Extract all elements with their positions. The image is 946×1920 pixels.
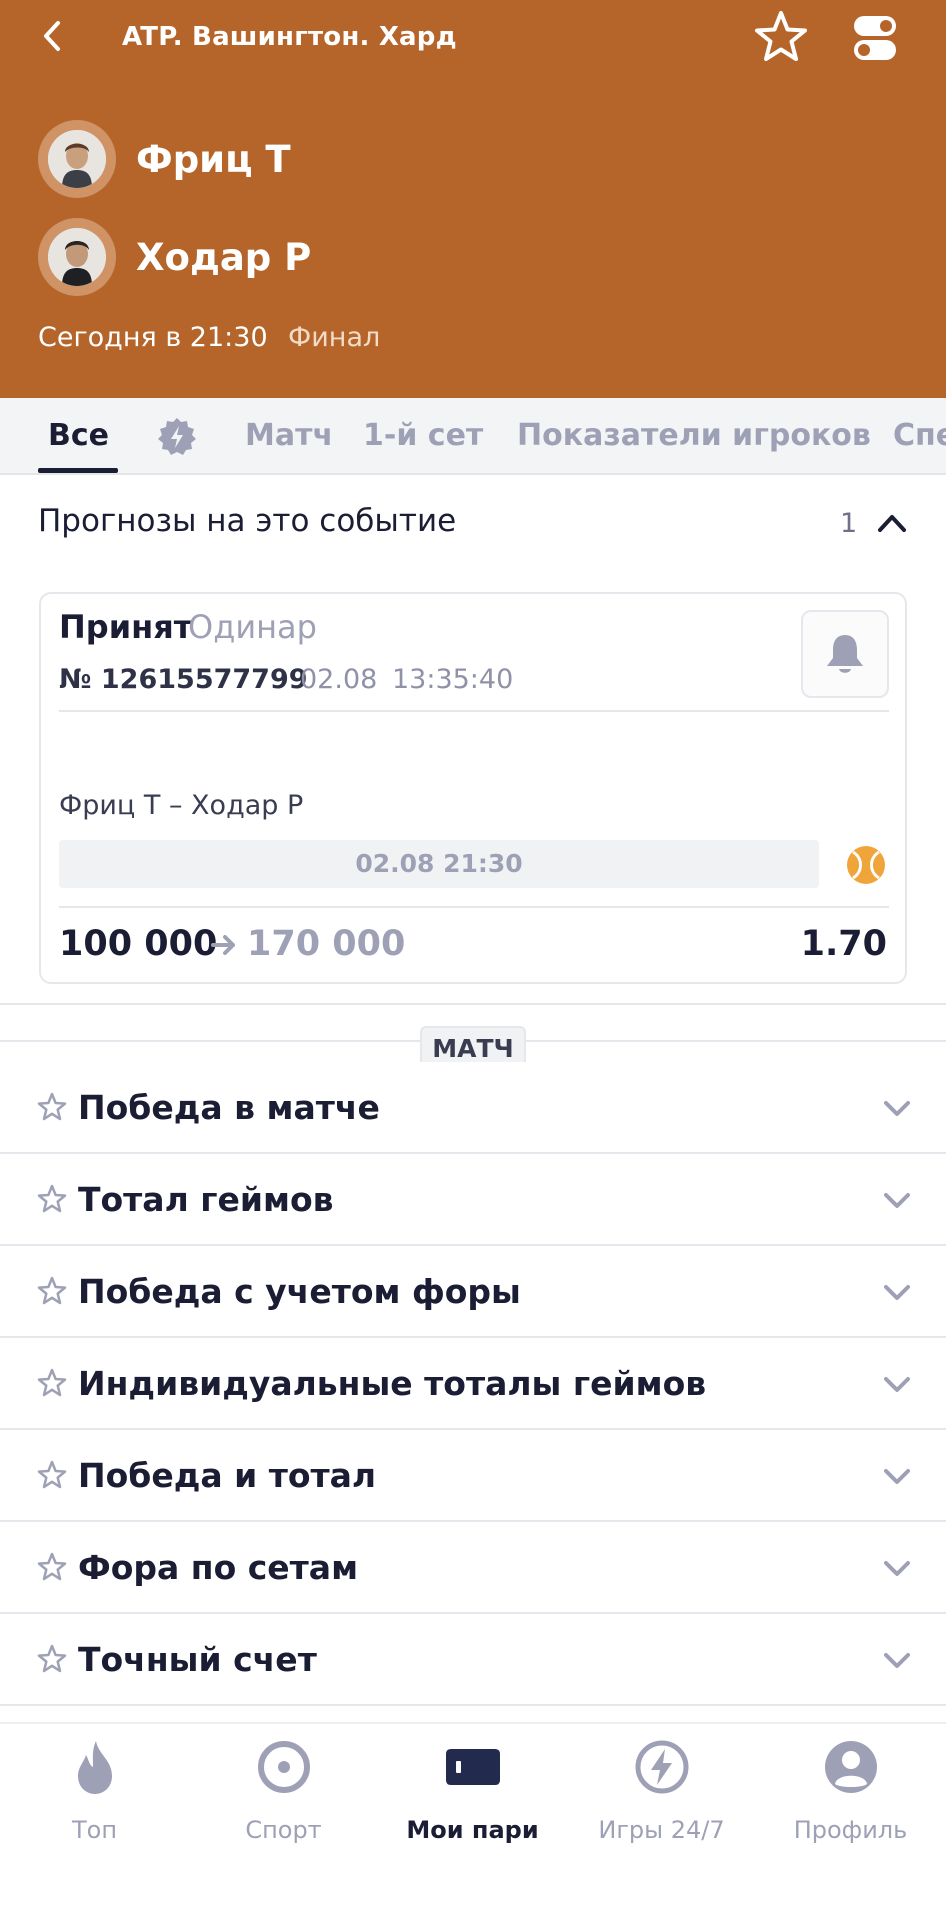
tournament-title: ATP. Вашингтон. Хард — [122, 22, 457, 52]
chevron-down-icon[interactable] — [880, 1276, 914, 1308]
nav-top[interactable]: Топ — [0, 1724, 189, 1864]
match-stage: Финал — [288, 322, 381, 353]
lightning-icon — [635, 1740, 689, 1794]
tab-all[interactable]: Все — [48, 398, 109, 473]
chevron-down-icon[interactable] — [880, 1644, 914, 1676]
star-outline-icon[interactable] — [36, 1643, 68, 1675]
chevron-down-icon[interactable] — [880, 1092, 914, 1124]
nav-my-bets[interactable]: Мои пари — [378, 1724, 567, 1864]
market-name: Тотал геймов — [78, 1180, 334, 1219]
player-2: Ходар Р — [38, 218, 311, 296]
star-outline-icon[interactable] — [36, 1459, 68, 1491]
bell-icon — [827, 635, 863, 673]
bottom-navigation: Топ Спорт Мои пари Игры 24/7 Профиль — [0, 1722, 946, 1920]
star-outline-icon[interactable] — [36, 1275, 68, 1307]
player-1-avatar — [38, 120, 116, 198]
market-row-handicap[interactable]: Победа с учетом форы — [0, 1246, 946, 1338]
tab-match[interactable]: Матч — [245, 398, 333, 473]
predictions-collapse-button[interactable] — [874, 506, 910, 540]
tab-special-bets[interactable]: Спе — [893, 398, 946, 473]
bet-number: № 12615577799 — [59, 664, 308, 695]
lightning-badge-icon — [158, 418, 196, 455]
star-outline-icon[interactable] — [36, 1367, 68, 1399]
market-row-win-and-total[interactable]: Победа и тотал — [0, 1430, 946, 1522]
toggle-settings-button[interactable] — [852, 12, 900, 64]
bet-date: 02.08 — [300, 664, 378, 695]
market-row-match-winner[interactable]: Победа в матче — [0, 1062, 946, 1154]
chevron-down-icon[interactable] — [880, 1460, 914, 1492]
chevron-down-icon[interactable] — [880, 1184, 914, 1216]
back-button[interactable] — [32, 14, 72, 58]
tab-player-stats[interactable]: Показатели игроков — [517, 398, 871, 473]
sport-target-icon — [258, 1741, 310, 1793]
bet-card[interactable]: Принят Одинар № 12615577799 02.08 13:35:… — [39, 592, 907, 984]
bet-event-datetime: 02.08 21:30 — [59, 840, 819, 888]
market-row-exact-score[interactable]: Точный счет — [0, 1614, 946, 1706]
player-1: Фриц Т — [38, 120, 291, 198]
bet-stake: 100 000 — [59, 924, 218, 964]
bet-time: 13:35:40 — [392, 664, 514, 695]
ticket-icon — [446, 1749, 500, 1785]
notification-button[interactable] — [801, 610, 889, 698]
predictions-count: 1 — [840, 508, 858, 539]
nav-profile[interactable]: Профиль — [756, 1724, 945, 1864]
bet-payout: 170 000 — [247, 924, 406, 964]
tennis-ball-icon — [845, 844, 887, 886]
nav-sport[interactable]: Спорт — [189, 1724, 378, 1864]
tab-special[interactable] — [156, 416, 198, 458]
star-outline-icon[interactable] — [36, 1183, 68, 1215]
tab-first-set[interactable]: 1-й сет — [363, 398, 483, 473]
favorite-button[interactable] — [752, 8, 810, 66]
market-row-set-handicap[interactable]: Фора по сетам — [0, 1522, 946, 1614]
nav-label: Мои пари — [406, 1816, 539, 1844]
nav-label: Профиль — [793, 1816, 908, 1844]
arrow-right-icon — [209, 930, 239, 960]
star-icon — [755, 11, 807, 61]
market-row-individual-totals[interactable]: Индивидуальные тоталы геймов — [0, 1338, 946, 1430]
chevron-left-icon — [44, 21, 60, 51]
market-name: Победа и тотал — [78, 1456, 377, 1495]
market-name: Точный счет — [78, 1640, 317, 1679]
profile-icon — [825, 1741, 877, 1793]
player-2-name: Ходар Р — [136, 235, 312, 279]
bet-event-name: Фриц Т – Ходар Р — [59, 790, 304, 821]
flame-icon — [78, 1741, 112, 1794]
chevron-up-icon — [878, 515, 906, 532]
chevron-down-icon[interactable] — [880, 1368, 914, 1400]
section-divider — [0, 1003, 946, 1005]
match-start-time: Сегодня в 21:30 — [38, 322, 268, 353]
bet-odds: 1.70 — [800, 924, 887, 964]
active-tab-indicator — [38, 468, 118, 473]
market-name: Победа с учетом форы — [78, 1272, 521, 1311]
market-name: Победа в матче — [78, 1088, 380, 1127]
chevron-down-icon[interactable] — [880, 1552, 914, 1584]
card-divider — [59, 906, 889, 908]
star-outline-icon[interactable] — [36, 1091, 68, 1123]
nav-games[interactable]: Игры 24/7 — [567, 1724, 756, 1864]
card-divider — [59, 710, 889, 712]
nav-label: Топ — [71, 1816, 118, 1844]
nav-label: Игры 24/7 — [598, 1816, 725, 1844]
market-name: Фора по сетам — [78, 1548, 359, 1587]
market-tabs: Все Матч 1-й сет Показатели игроков Спе — [0, 398, 946, 475]
nav-label: Спорт — [245, 1816, 322, 1844]
market-row-total-games[interactable]: Тотал геймов — [0, 1154, 946, 1246]
player-1-name: Фриц Т — [136, 137, 291, 181]
market-name: Индивидуальные тоталы геймов — [78, 1364, 707, 1403]
event-header: ATP. Вашингтон. Хард Фриц Т Ходар Р Сего… — [0, 0, 946, 398]
player-2-avatar — [38, 218, 116, 296]
predictions-title: Прогнозы на это событие — [38, 503, 457, 539]
star-outline-icon[interactable] — [36, 1551, 68, 1583]
toggles-icon — [854, 16, 896, 60]
bet-status: Принят — [59, 608, 193, 646]
bet-type: Одинар — [188, 608, 317, 646]
